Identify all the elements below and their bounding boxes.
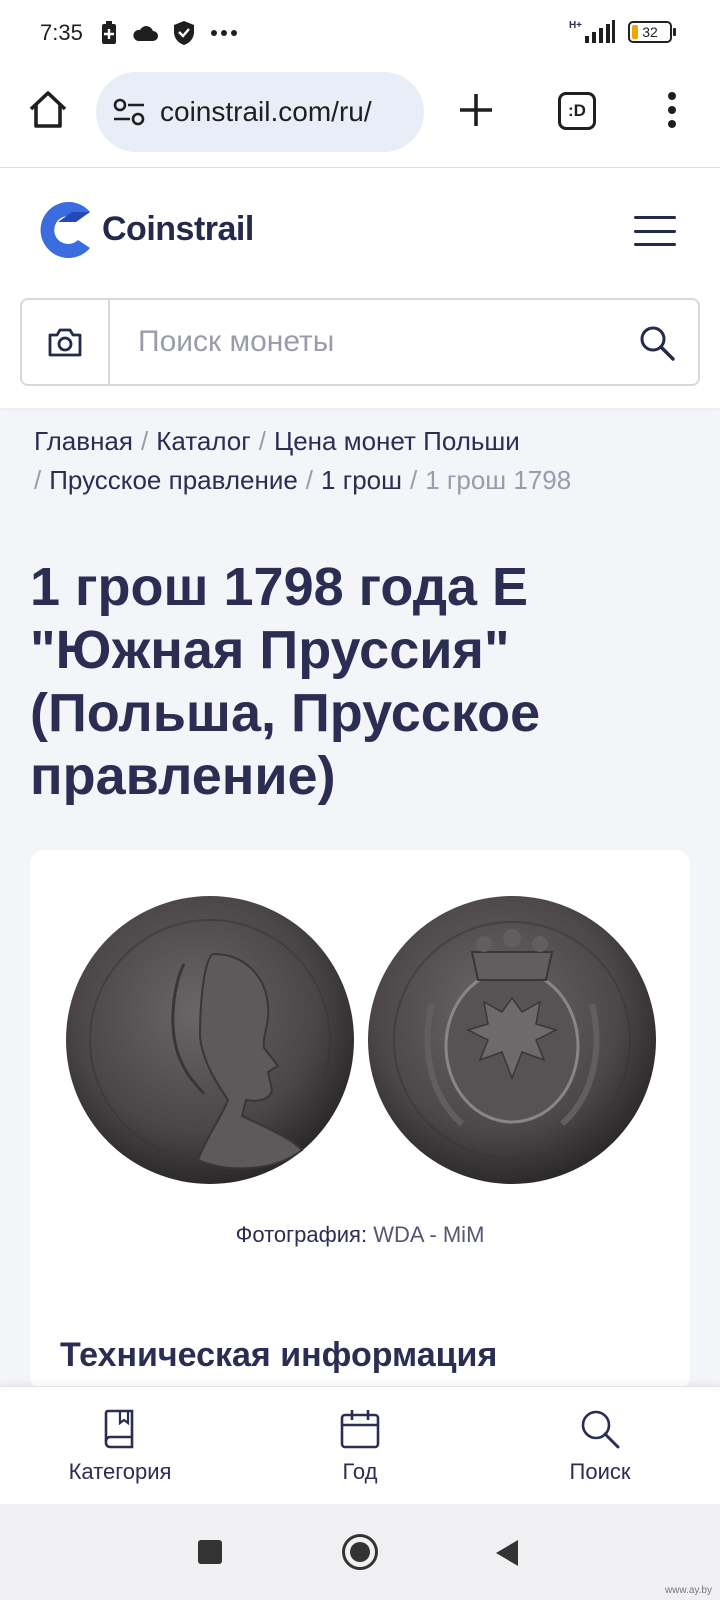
breadcrumb-catalog[interactable]: Каталог: [156, 426, 251, 456]
cloud-icon: [133, 26, 158, 41]
watermark: www.ay.by: [664, 1585, 712, 1596]
site-settings-icon[interactable]: [112, 96, 146, 128]
breadcrumb-separator: /: [409, 465, 418, 495]
bottom-nav: Категория Год Поиск: [0, 1386, 720, 1504]
brand-name[interactable]: Coinstrail: [102, 210, 254, 249]
photo-credit-label: Фотография:: [235, 1222, 368, 1247]
shield-icon: [174, 21, 194, 45]
battery-level: 32: [642, 24, 658, 40]
browser-toolbar: coinstrail.com/ru/ :D: [0, 66, 720, 168]
breadcrumb-separator: /: [258, 426, 266, 456]
book-icon: [104, 1409, 134, 1449]
tabs-button[interactable]: :D: [558, 92, 596, 130]
photo-source-link[interactable]: WDA - MiM: [373, 1222, 484, 1247]
status-left-icons: [100, 20, 238, 46]
signal-icon: [585, 20, 615, 43]
breadcrumb-separator: /: [140, 426, 149, 456]
nav-category[interactable]: Категория: [0, 1387, 240, 1504]
breadcrumb-prussian-rule[interactable]: Прусское правление: [49, 465, 298, 495]
status-bar: 7:35 H+ 32: [0, 0, 720, 66]
nav-search-label: Поиск: [569, 1459, 631, 1484]
breadcrumb: Главная / Каталог / Цена монет Польши / Прусск…: [34, 422, 694, 500]
hamburger-menu-icon[interactable]: [634, 216, 676, 246]
address-bar[interactable]: coinstrail.com/ru/: [96, 72, 424, 152]
search-icon: [581, 1410, 620, 1449]
breadcrumb-1-grosz[interactable]: 1 грош: [321, 465, 402, 495]
page-title: 1 грош 1798 года E "Южная Пруссия" (Поль…: [30, 557, 541, 806]
breadcrumb-separator: /: [305, 465, 314, 495]
coinstrail-logo-icon[interactable]: [38, 198, 96, 262]
more-dots-icon: [211, 30, 237, 36]
nav-search[interactable]: Поиск: [480, 1387, 720, 1504]
nav-category-label: Категория: [68, 1459, 172, 1484]
camera-icon: [48, 328, 82, 357]
breadcrumb-separator: /: [34, 465, 42, 495]
battery-saver-icon: [102, 21, 116, 44]
coin-search-box: [20, 298, 700, 386]
battery-icon: 32: [628, 21, 676, 43]
technical-info-heading: Техническая информация: [60, 1336, 498, 1374]
coin-obverse-image[interactable]: [64, 894, 356, 1186]
coin-reverse-image[interactable]: [366, 894, 658, 1186]
photo-credit: Фотография: WDA - MiM: [30, 1222, 690, 1248]
breadcrumb-current: 1 грош 1798: [425, 465, 572, 495]
breadcrumb-poland-prices[interactable]: Цена монет Польши: [274, 426, 520, 456]
overflow-menu-icon[interactable]: [662, 88, 682, 132]
camera-search-button[interactable]: [22, 300, 110, 384]
nav-year[interactable]: Год: [240, 1387, 480, 1504]
search-icon[interactable]: [638, 324, 676, 362]
breadcrumb-home[interactable]: Главная: [34, 426, 133, 456]
home-icon[interactable]: [26, 88, 70, 132]
nav-year-label: Год: [342, 1459, 378, 1484]
url-text: coinstrail.com/ru/: [160, 96, 372, 127]
system-home-icon[interactable]: [342, 1534, 378, 1570]
network-type: H+: [568, 20, 582, 31]
recent-apps-icon[interactable]: [198, 1540, 222, 1564]
status-time: 7:35: [40, 20, 83, 45]
search-input[interactable]: [138, 322, 598, 362]
site-header: Coinstrail: [0, 168, 720, 408]
status-right-icons: H+ 32: [568, 20, 676, 44]
system-nav-bar: www.ay.by: [0, 1504, 720, 1600]
back-icon[interactable]: [496, 1540, 518, 1566]
new-tab-icon[interactable]: [454, 88, 498, 132]
calendar-icon: [340, 1410, 380, 1449]
coin-card: Фотография: WDA - MiM Техническая информ…: [30, 850, 690, 1390]
